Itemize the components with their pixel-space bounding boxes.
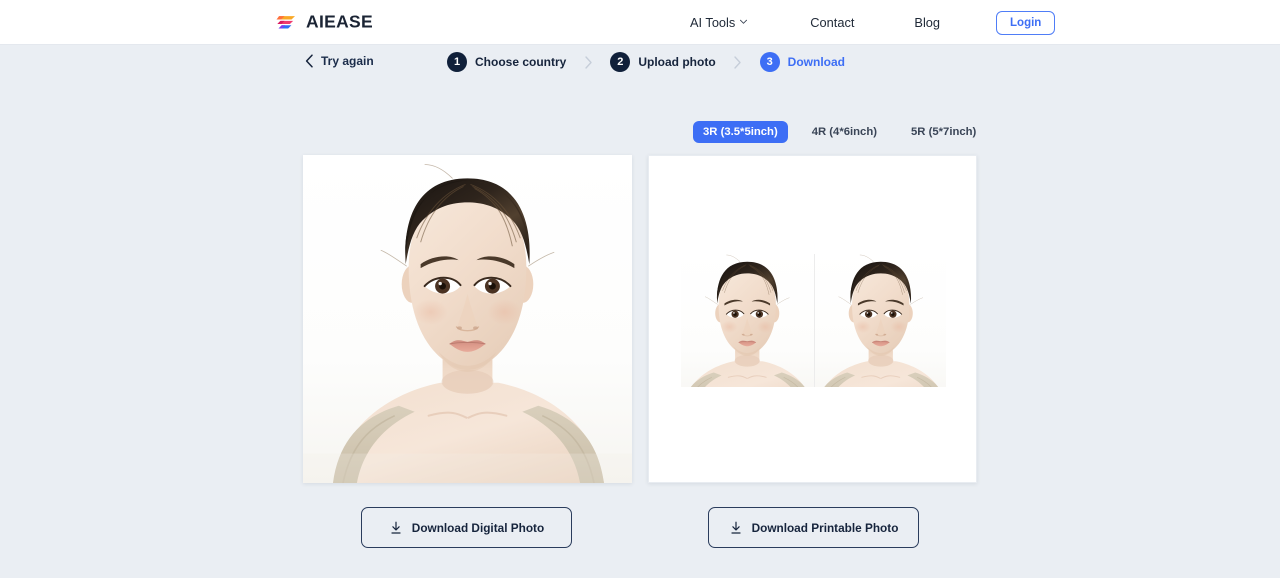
chevron-down-icon (740, 19, 748, 24)
printable-copy-1 (681, 254, 814, 387)
digital-photo-image (303, 155, 632, 483)
brand-logo[interactable]: AIEASE (276, 12, 373, 33)
step-2-label: Upload photo (638, 55, 716, 69)
download-icon (391, 521, 401, 534)
size-tab-3r[interactable]: 3R (3.5*5inch) (693, 121, 788, 143)
nav-item-ai-tools-label: AI Tools (690, 15, 736, 30)
printable-photo-preview[interactable] (648, 155, 977, 483)
main-nav: AI Tools Contact Blog Login (690, 0, 1056, 45)
step-list: 1 Choose country 2 Upload photo 3 Downlo… (447, 52, 845, 72)
download-icon (730, 521, 741, 534)
download-digital-photo-label: Download Digital Photo (411, 520, 545, 535)
size-tab-4r[interactable]: 4R (4*6inch) (802, 121, 887, 143)
preview-panels (0, 155, 1280, 483)
portrait-artwork (681, 254, 814, 387)
step-separator-1 (566, 55, 610, 69)
step-1-number: 1 (447, 52, 467, 72)
step-2-number: 2 (610, 52, 631, 72)
portrait-artwork (303, 155, 632, 483)
step-1-label: Choose country (475, 55, 567, 69)
nav-item-blog[interactable]: Blog (914, 15, 940, 30)
aiease-stripes-logo-icon (276, 15, 295, 28)
portrait-artwork (814, 254, 946, 387)
nav-item-ai-tools[interactable]: AI Tools (690, 15, 748, 30)
digital-photo-preview[interactable] (303, 155, 632, 483)
brand-name: AIEASE (306, 11, 373, 32)
chevron-left-icon (305, 54, 313, 68)
progress-stepper: Try again 1 Choose country 2 Upload phot… (0, 52, 1280, 78)
try-again-button[interactable]: Try again (305, 54, 374, 68)
chevron-right-icon (734, 55, 741, 69)
download-digital-photo-button[interactable]: Download Digital Photo (361, 507, 572, 548)
size-tab-5r[interactable]: 5R (5*7inch) (901, 121, 986, 143)
print-size-tabs: 3R (3.5*5inch) 4R (4*6inch) 5R (5*7inch) (693, 121, 986, 143)
printable-copy-2 (813, 254, 946, 387)
step-3-number: 3 (759, 52, 780, 72)
step-3-label: Download (787, 55, 845, 69)
nav-item-contact-label: Contact (810, 15, 855, 30)
download-printable-photo-label: Download Printable Photo (751, 520, 899, 535)
try-again-label: Try again (321, 54, 374, 68)
step-choose-country[interactable]: 1 Choose country (447, 52, 566, 72)
step-upload-photo[interactable]: 2 Upload photo (610, 52, 716, 72)
nav-item-contact[interactable]: Contact (810, 15, 854, 30)
download-printable-photo-button[interactable]: Download Printable Photo (708, 507, 919, 548)
page-root: AIEASE AI Tools Contact Blog Login Try a… (0, 0, 1280, 578)
site-header: AIEASE AI Tools Contact Blog Login (0, 0, 1280, 45)
step-separator-2 (716, 55, 760, 69)
nav-item-blog-label: Blog (914, 15, 941, 30)
login-button[interactable]: Login (996, 10, 1056, 35)
printable-sheet (681, 254, 946, 387)
step-download[interactable]: 3 Download (759, 52, 845, 72)
chevron-right-icon (585, 55, 592, 69)
